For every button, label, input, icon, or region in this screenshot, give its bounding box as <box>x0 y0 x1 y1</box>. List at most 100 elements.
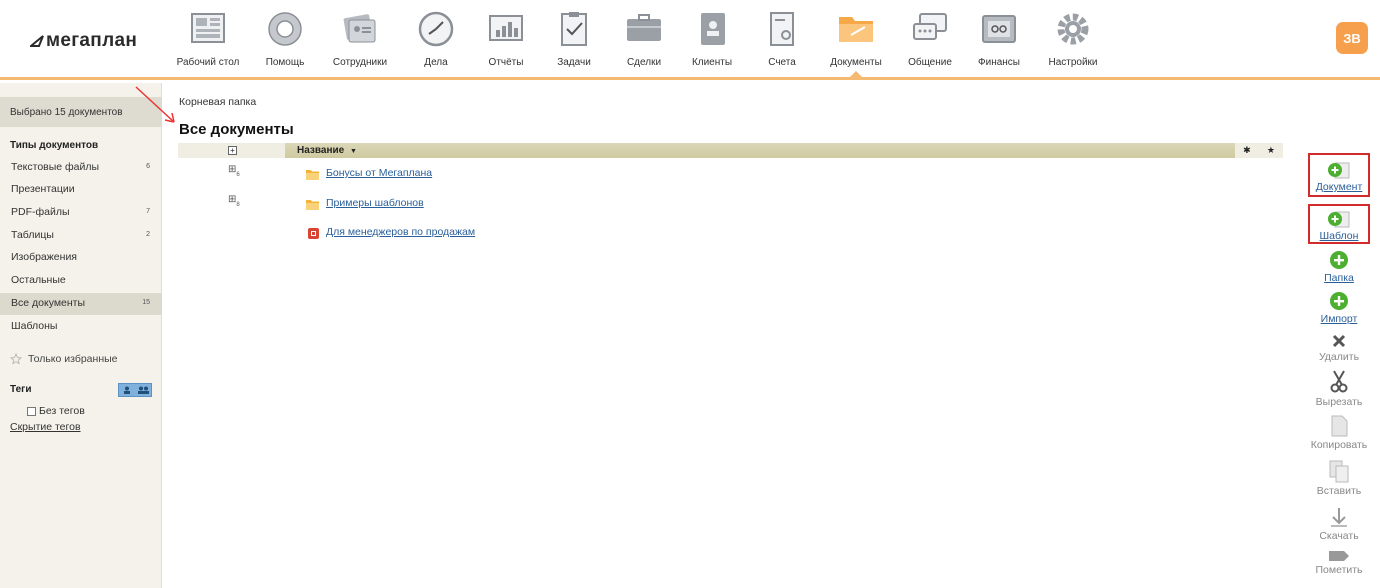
nav-label: Рабочий стол <box>176 57 240 68</box>
no-tags-checkbox[interactable] <box>27 406 36 416</box>
nav-item-chat[interactable]: Общение <box>892 8 968 74</box>
action-label: Вставить <box>1316 485 1362 497</box>
document-name-link[interactable]: Примеры шаблонов <box>326 197 424 209</box>
user-avatar[interactable]: ЗВ <box>1336 22 1368 54</box>
delete-button[interactable]: Удалить <box>1308 333 1370 363</box>
sidebar-item-tables[interactable]: Таблицы 2 <box>0 225 162 247</box>
nav-item-invoices[interactable]: Счета <box>744 8 820 74</box>
logo-text: мегаплан <box>46 30 138 51</box>
action-label: Пометить <box>1315 564 1363 576</box>
nav-label: Сотрудники <box>332 57 388 68</box>
no-tags-filter[interactable]: Без тегов <box>27 405 85 417</box>
action-label: Скачать <box>1319 530 1359 542</box>
doc-types-heading: Типы документов <box>10 140 99 151</box>
gear-icon <box>1057 13 1089 45</box>
sidebar-item-count: 15 <box>142 299 150 306</box>
sidebar-item-all-documents[interactable]: Все документы 15 <box>0 293 162 315</box>
contact-book-icon <box>701 13 725 45</box>
sidebar-item-presentations[interactable]: Презентации <box>0 179 162 201</box>
expand-row-icon[interactable]: ⊞8 <box>228 194 240 208</box>
sidebar-item-label: Таблицы <box>11 229 54 241</box>
sidebar-item-text-files[interactable]: Текстовые файлы 6 <box>0 157 162 179</box>
nav-label: Отчёты <box>488 57 524 68</box>
action-label: Импорт <box>1320 313 1358 325</box>
action-label: Шаблон <box>1319 230 1359 242</box>
add-document-icon <box>1328 162 1350 179</box>
page-title: Все документы <box>179 121 294 138</box>
breadcrumb[interactable]: Корневая папка <box>179 96 256 108</box>
nav-item-help[interactable]: Помощь <box>247 8 323 74</box>
nav-item-reports[interactable]: Отчёты <box>468 8 544 74</box>
add-folder-button[interactable]: Папка <box>1308 250 1370 284</box>
expand-all-icon[interactable]: + <box>228 146 237 155</box>
chat-bubbles-icon <box>913 13 947 40</box>
expand-row-icon[interactable]: ⊞6 <box>228 164 240 178</box>
favorites-only-filter[interactable]: Только избранные <box>10 353 118 365</box>
column-settings-gear-icon[interactable]: ✱ <box>1243 145 1251 156</box>
paste-icon <box>1329 460 1349 483</box>
favorites-star-icon[interactable]: ★ <box>1267 145 1275 156</box>
sidebar-item-images[interactable]: Изображения <box>0 247 162 269</box>
sidebar-item-label: Шаблоны <box>11 320 58 332</box>
nav-item-affairs[interactable]: Дела <box>398 8 474 74</box>
sidebar-item-count: 6 <box>146 163 150 170</box>
sidebar-item-count: 7 <box>146 208 150 215</box>
tags-heading: Теги <box>10 384 32 395</box>
multi-user-icon[interactable] <box>135 384 151 396</box>
table-row[interactable]: Для менеджеров по продажам <box>178 225 1283 245</box>
cut-button[interactable]: Вырезать <box>1308 370 1370 408</box>
add-template-button[interactable]: Шаблон <box>1308 204 1370 244</box>
action-label: Документ <box>1315 181 1363 193</box>
sidebar-item-other[interactable]: Остальные <box>0 270 162 292</box>
logo-mark-icon <box>30 35 44 47</box>
sidebar-item-label: Изображения <box>11 251 77 263</box>
nav-label: Общение <box>908 57 952 68</box>
hide-tags-link[interactable]: Скрытие тегов <box>10 421 81 433</box>
scissors-icon <box>1330 370 1348 393</box>
no-tags-label: Без тегов <box>39 405 85 417</box>
active-nav-caret <box>850 71 862 77</box>
paste-button[interactable]: Вставить <box>1308 460 1370 497</box>
nav-label: Клиенты <box>691 57 733 68</box>
nav-item-staff[interactable]: Сотрудники <box>322 8 398 74</box>
action-label: Удалить <box>1318 351 1360 363</box>
table-tools: ✱ ★ <box>1235 143 1283 158</box>
add-document-button[interactable]: Документ <box>1308 153 1370 197</box>
action-label: Папка <box>1324 272 1354 284</box>
single-user-icon[interactable] <box>119 384 135 396</box>
megaplan-logo[interactable]: мегаплан <box>30 30 137 52</box>
table-row[interactable]: ⊞6 Бонусы от Мегаплана <box>178 164 1283 186</box>
sidebar-item-label: Текстовые файлы <box>11 161 100 173</box>
nav-item-tasks[interactable]: Задачи <box>536 8 612 74</box>
nav-label: Счета <box>768 57 796 68</box>
nav-label: Сделки <box>626 57 662 68</box>
copy-button[interactable]: Копировать <box>1308 415 1370 451</box>
add-template-icon <box>1328 211 1350 228</box>
mark-button[interactable]: Пометить <box>1308 550 1370 576</box>
sidebar-item-count: 2 <box>146 231 150 238</box>
nav-item-desktop[interactable]: Рабочий стол <box>170 8 246 74</box>
nav-item-settings[interactable]: Настройки <box>1035 8 1111 74</box>
nav-item-deals[interactable]: Сделки <box>606 8 682 74</box>
column-header-name[interactable]: Название ▼ <box>285 143 1235 158</box>
sidebar-item-label: Остальные <box>11 274 66 286</box>
nav-item-documents[interactable]: Документы <box>818 8 894 77</box>
document-name-link[interactable]: Для менеджеров по продажам <box>326 226 475 238</box>
tag-view-toggle[interactable] <box>118 383 152 397</box>
folder-icon <box>839 17 873 42</box>
red-document-icon <box>308 228 319 239</box>
import-button[interactable]: Импорт <box>1308 291 1370 325</box>
copy-icon <box>1331 415 1348 437</box>
sidebar-item-pdf[interactable]: PDF-файлы 7 <box>0 202 162 224</box>
clipboard-check-icon <box>561 12 587 46</box>
download-button[interactable]: Скачать <box>1308 506 1370 542</box>
star-outline-icon <box>10 353 22 365</box>
nav-label: Дела <box>424 57 448 68</box>
nav-item-finance[interactable]: Финансы <box>961 8 1037 74</box>
nav-item-clients[interactable]: Клиенты <box>674 8 750 74</box>
nav-label: Документы <box>830 57 882 68</box>
sidebar-item-templates[interactable]: Шаблоны <box>0 316 162 338</box>
table-row[interactable]: ⊞8 Примеры шаблонов <box>178 194 1283 216</box>
staff-cards-icon <box>343 14 376 43</box>
document-name-link[interactable]: Бонусы от Мегаплана <box>326 167 432 179</box>
